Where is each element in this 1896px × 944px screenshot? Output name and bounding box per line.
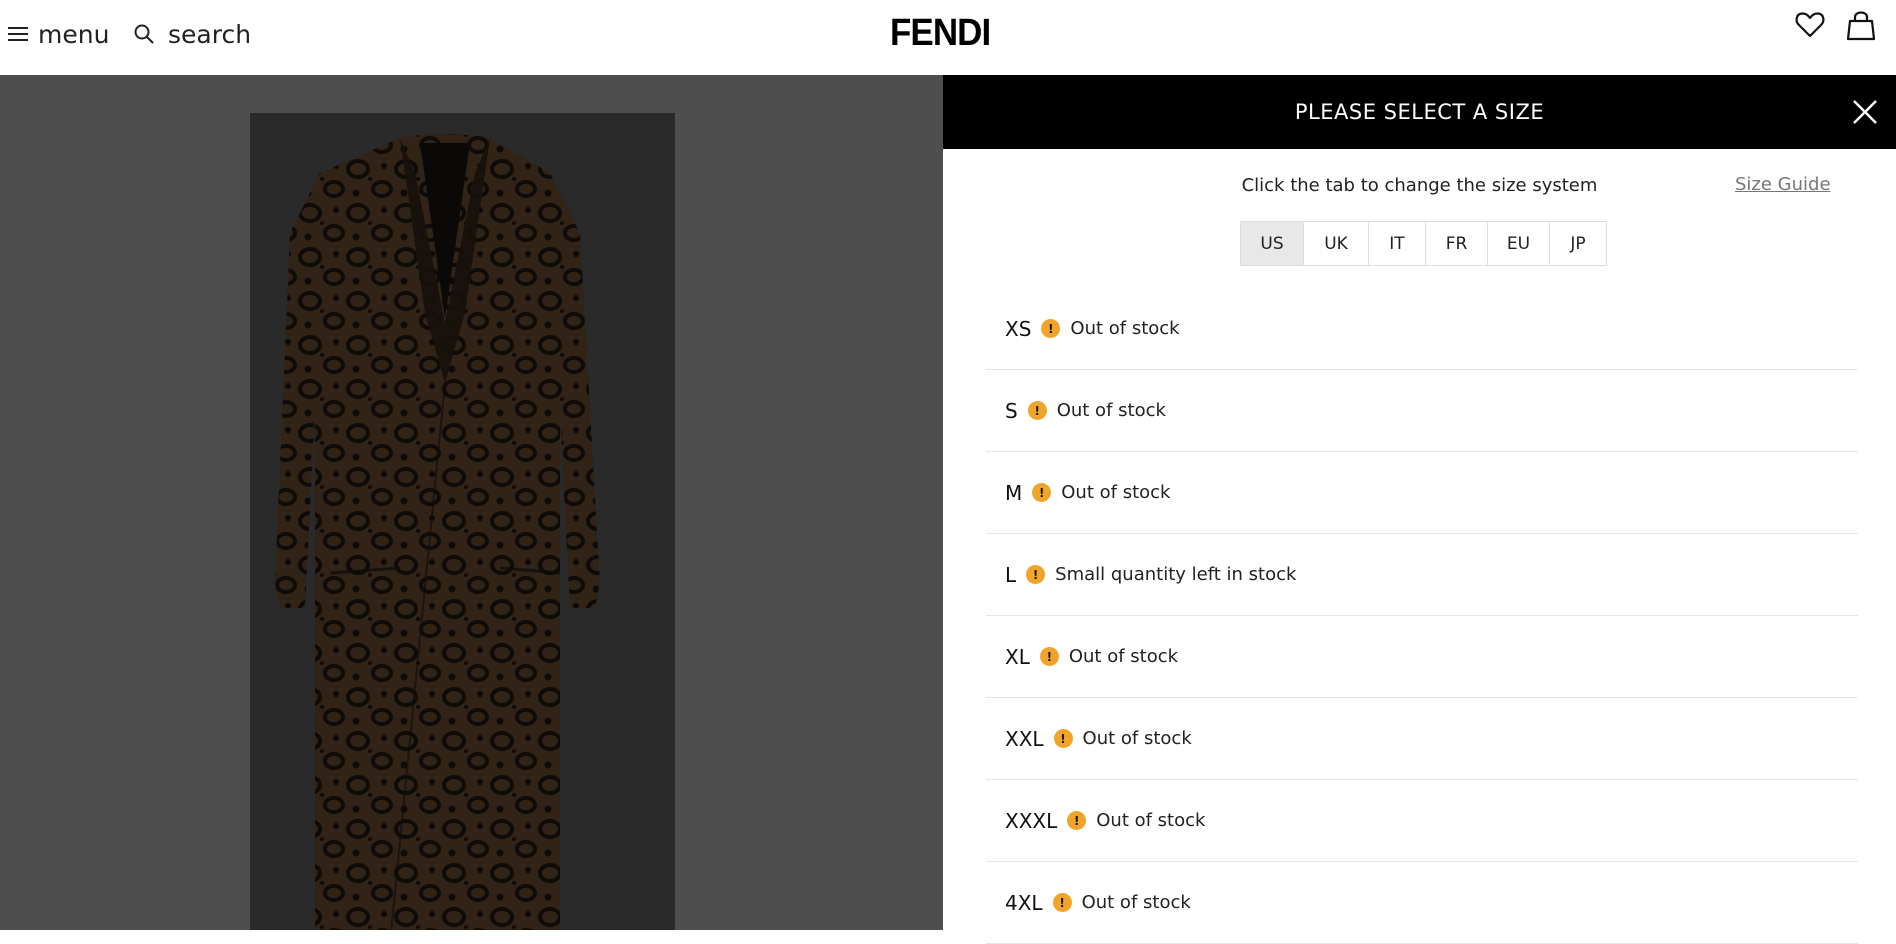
size-label: M xyxy=(1005,480,1023,505)
warning-icon: ! xyxy=(1052,893,1072,912)
tab-eu[interactable]: EU xyxy=(1488,222,1550,265)
tab-it[interactable]: IT xyxy=(1369,222,1426,265)
size-system-tabs: US UK IT FR EU JP xyxy=(1240,221,1607,266)
size-option-l[interactable]: L ! Small quantity left in stock xyxy=(986,534,1858,616)
search-button[interactable]: search xyxy=(134,18,251,50)
stock-status: Out of stock xyxy=(1061,482,1171,503)
menu-icon xyxy=(8,27,28,41)
tab-us[interactable]: US xyxy=(1241,222,1304,265)
size-option-xxxl[interactable]: XXXL ! Out of stock xyxy=(986,780,1858,862)
close-icon[interactable] xyxy=(1852,99,1878,125)
size-label: L xyxy=(1005,562,1017,587)
tab-uk[interactable]: UK xyxy=(1304,222,1369,265)
panel-header: PLEASE SELECT A SIZE xyxy=(943,75,1896,149)
brand-logo[interactable]: FENDI xyxy=(890,12,991,55)
search-icon xyxy=(134,24,154,44)
size-option-xl[interactable]: XL ! Out of stock xyxy=(986,616,1858,698)
warning-icon: ! xyxy=(1027,401,1047,420)
size-option-s[interactable]: S ! Out of stock xyxy=(986,370,1858,452)
product-coat-image xyxy=(250,113,675,930)
warning-icon: ! xyxy=(1039,647,1059,666)
warning-icon: ! xyxy=(1041,319,1061,338)
site-header: menu search FENDI xyxy=(0,0,1896,75)
search-label: search xyxy=(168,19,252,49)
size-label: 4XL xyxy=(1005,890,1043,915)
size-option-m[interactable]: M ! Out of stock xyxy=(986,452,1858,534)
size-label: XL xyxy=(1005,644,1030,669)
stock-status: Out of stock xyxy=(1081,892,1191,913)
heart-icon[interactable] xyxy=(1795,10,1825,40)
size-label: XXXL xyxy=(1005,808,1058,833)
size-selection-panel: PLEASE SELECT A SIZE Click the tab to ch… xyxy=(943,75,1896,944)
size-label: S xyxy=(1005,398,1018,423)
warning-icon: ! xyxy=(1026,565,1046,584)
menu-label: menu xyxy=(38,19,110,49)
bag-icon[interactable] xyxy=(1846,9,1876,41)
menu-button[interactable]: menu xyxy=(8,18,109,50)
size-list: XS ! Out of stock S ! Out of stock M ! O… xyxy=(986,288,1858,944)
tab-jp[interactable]: JP xyxy=(1550,222,1606,265)
stock-status: Out of stock xyxy=(1096,810,1206,831)
size-guide-link[interactable]: Size Guide xyxy=(1735,174,1831,195)
stock-status: Out of stock xyxy=(1068,646,1179,667)
warning-icon: ! xyxy=(1067,811,1087,830)
size-option-xxl[interactable]: XXL ! Out of stock xyxy=(986,698,1858,780)
size-option-xs[interactable]: XS ! Out of stock xyxy=(986,288,1858,370)
warning-icon: ! xyxy=(1032,483,1052,502)
stock-status: Out of stock xyxy=(1082,728,1192,749)
size-option-4xl[interactable]: 4XL ! Out of stock xyxy=(986,862,1858,944)
product-image-area xyxy=(0,75,943,930)
stock-status: Out of stock xyxy=(1056,400,1166,421)
size-label: XS xyxy=(1005,316,1032,341)
size-label: XXL xyxy=(1005,726,1044,751)
tab-fr[interactable]: FR xyxy=(1426,222,1488,265)
stock-status: Small quantity left in stock xyxy=(1055,564,1297,585)
stock-status: Out of stock xyxy=(1070,318,1180,339)
panel-title: PLEASE SELECT A SIZE xyxy=(1294,100,1545,124)
warning-icon: ! xyxy=(1053,729,1073,748)
